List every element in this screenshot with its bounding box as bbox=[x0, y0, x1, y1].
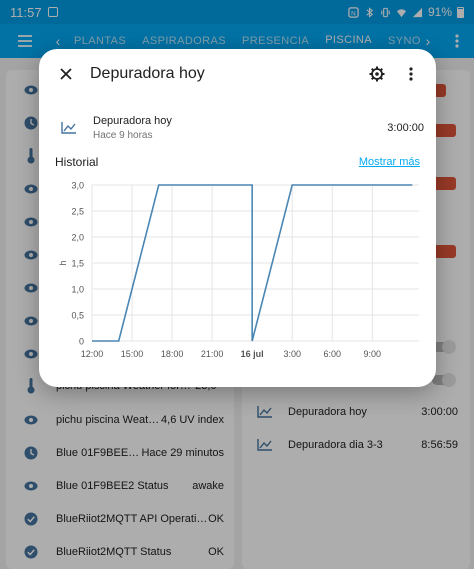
y-tick-label: 1,0 bbox=[71, 285, 84, 295]
x-tick-label: 15:00 bbox=[121, 349, 144, 359]
settings-button[interactable] bbox=[360, 50, 394, 98]
dialog-more-button[interactable] bbox=[394, 50, 428, 98]
entity-value: 3:00:00 bbox=[387, 122, 424, 134]
y-tick-label: 0 bbox=[79, 337, 84, 347]
history-title: Historial bbox=[55, 155, 99, 169]
history-chart: 0 0,5 1,0 1,5 2,0 2,5 3,0 12:00 15:00 18:00 21:00 1… bbox=[58, 181, 419, 359]
y-tick-label: 1,5 bbox=[71, 259, 84, 269]
last-changed: Hace 9 horas bbox=[93, 130, 153, 141]
more-info-dialog: Depuradora hoy Depuradora hoy Hace 9 hor… bbox=[39, 49, 436, 387]
x-tick-label: 21:00 bbox=[201, 349, 224, 359]
x-tick-label: 12:00 bbox=[81, 349, 104, 359]
y-tick-label: 2,0 bbox=[71, 233, 84, 243]
y-tick-label: 2,5 bbox=[71, 207, 84, 217]
close-icon bbox=[60, 68, 72, 80]
entity-name: Depuradora hoy bbox=[93, 115, 172, 127]
y-tick-label: 3,0 bbox=[71, 181, 84, 191]
x-tick-label: 6:00 bbox=[323, 349, 341, 359]
more-vertical-icon bbox=[409, 67, 413, 81]
gear-icon bbox=[369, 66, 385, 82]
entity-state-row: Depuradora hoy Hace 9 horas 3:00:00 bbox=[51, 109, 424, 147]
y-axis-label: h bbox=[58, 260, 68, 265]
chart-line-icon bbox=[61, 122, 76, 134]
x-tick-label: 18:00 bbox=[161, 349, 184, 359]
close-button[interactable] bbox=[42, 50, 90, 98]
x-tick-label: 16 jul bbox=[241, 349, 264, 359]
x-tick-label: 9:00 bbox=[364, 349, 382, 359]
show-more-link[interactable]: Mostrar más bbox=[359, 156, 420, 168]
dialog-header: Depuradora hoy bbox=[39, 49, 436, 99]
x-tick-label: 3:00 bbox=[283, 349, 301, 359]
y-tick-label: 0,5 bbox=[71, 311, 84, 321]
dialog-title: Depuradora hoy bbox=[90, 65, 205, 82]
